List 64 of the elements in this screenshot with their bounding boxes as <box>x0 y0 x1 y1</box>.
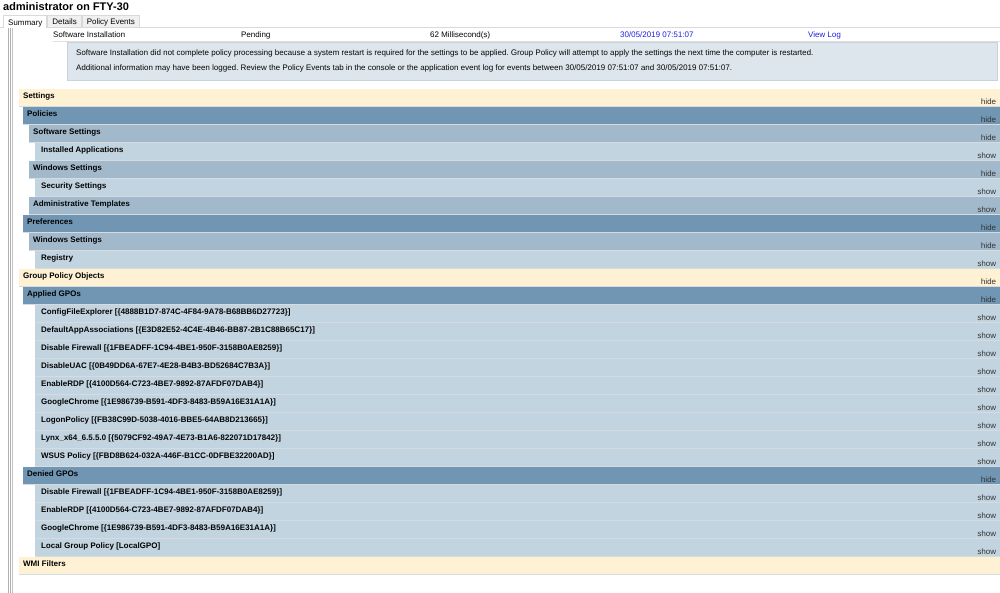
component-name: Software Installation <box>53 28 126 40</box>
toggle-link[interactable]: hide <box>980 241 1000 250</box>
toggle-link[interactable]: show <box>977 421 1000 430</box>
section-title: LogonPolicy [{FB38C99D-5038-4016-BBE5-64AB8D213665}] <box>41 414 268 425</box>
section-title: Administrative Templates <box>33 198 130 209</box>
section-title: WSUS Policy [{FBD8B624-032A-446F-B1CC-0DFBE32200AD}] <box>41 450 274 461</box>
toggle-link[interactable]: show <box>977 529 1000 538</box>
toggle-link[interactable]: hide <box>980 133 1000 142</box>
section-title: ConfigFileExplorer [{4888B1D7-874C-4F84-9A78-B68BB6D27723}] <box>41 306 290 317</box>
toggle-link[interactable]: show <box>977 367 1000 376</box>
toggle-link[interactable]: show <box>977 511 1000 520</box>
window-title: administrator on FTY-30 <box>2 0 130 14</box>
toggle-link[interactable]: show <box>977 151 1000 160</box>
date-link[interactable]: 30/05/2019 07:51:07 <box>620 30 694 38</box>
section-title: Disable Firewall [{1FBEADFF-1C94-4BE1-950F-3158B0AE8259}] <box>41 342 282 353</box>
section-title: Lynx_x64_6.5.5.0 [{5079CF92-49A7-4E73-B1A6-822071D17842}] <box>41 432 281 443</box>
section-title: Denied GPOs <box>27 468 78 479</box>
duration-text: 62 Millisecond(s) <box>430 28 492 40</box>
toggle-link[interactable]: show <box>977 349 1000 358</box>
section-title: Local Group Policy [LocalGPO] <box>41 540 160 551</box>
toggle-link[interactable]: show <box>977 385 1000 394</box>
section-title: Group Policy Objects <box>23 270 104 281</box>
toggle-link[interactable]: hide <box>980 223 1000 232</box>
toggle-link[interactable]: hide <box>980 97 1000 106</box>
toggle-link[interactable]: show <box>977 493 1000 502</box>
section-title: Software Settings <box>33 126 101 137</box>
status-text: Pending <box>241 28 272 40</box>
tab[interactable]: Summary <box>3 15 48 28</box>
message-text: Additional information may have been logged. Review the Policy Events tab in the console or the application event log for events between 30/05/2019 07:51:07 and 30/05/2019 07:51:07. <box>76 63 734 73</box>
view-log-link[interactable]: View Log <box>808 28 841 40</box>
section-title: Preferences <box>27 216 73 227</box>
toggle-link[interactable]: show <box>977 457 1000 466</box>
tab[interactable]: Policy Events <box>82 15 140 27</box>
toggle-link[interactable]: hide <box>980 295 1000 304</box>
section-title: Policies <box>27 108 58 119</box>
toggle-link[interactable]: show <box>977 205 1000 214</box>
section-title: Windows Settings <box>33 234 102 245</box>
toggle-link[interactable]: show <box>977 547 1000 556</box>
tab[interactable]: Details <box>47 15 82 27</box>
section-title: GoogleChrome [{1E986739-B591-4DF3-8483-B59A16E31A1A}] <box>41 522 276 533</box>
section-title: DefaultAppAssociations [{E3D82E52-4C4E-4B46-BB87-2B1C88B65C17}] <box>41 324 315 335</box>
toggle-link[interactable]: hide <box>980 475 1000 484</box>
message-text: Software Installation did not complete policy processing because a system restart is required for the settings to be applied. Group Policy will attempt to apply the settings the next time the computer is restarted. <box>76 48 814 58</box>
section-title: DisableUAC [{0B49DD6A-67E7-4E28-B4B3-BD52684C7B3A}] <box>41 360 270 371</box>
toggle-link[interactable]: hide <box>980 115 1000 124</box>
section-title: EnableRDP [{4100D564-C723-4BE7-9892-87AFDF07DAB4}] <box>41 504 264 515</box>
section-title: Installed Applications <box>41 144 124 155</box>
toggle-link[interactable]: show <box>977 187 1000 196</box>
section-title: Applied GPOs <box>27 288 81 299</box>
section-title: Registry <box>41 252 74 263</box>
toggle-link[interactable]: show <box>977 313 1000 322</box>
toggle-link[interactable]: hide <box>980 169 1000 178</box>
section-title: WMI Filters <box>23 558 66 569</box>
section-title: Settings <box>23 90 55 101</box>
toggle-link[interactable]: show <box>977 331 1000 340</box>
section-title: EnableRDP [{4100D564-C723-4BE7-9892-87AFDF07DAB4}] <box>41 378 264 389</box>
toggle-link[interactable]: show <box>977 259 1000 268</box>
toggle-link[interactable]: hide <box>980 277 1000 286</box>
toggle-link[interactable]: show <box>977 403 1000 412</box>
section-title: Windows Settings <box>33 162 102 173</box>
section-title: Disable Firewall [{1FBEADFF-1C94-4BE1-950F-3158B0AE8259}] <box>41 486 282 497</box>
toggle-link[interactable]: show <box>977 439 1000 448</box>
section-title: Security Settings <box>41 180 106 191</box>
section-title: GoogleChrome [{1E986739-B591-4DF3-8483-B59A16E31A1A}] <box>41 396 276 407</box>
